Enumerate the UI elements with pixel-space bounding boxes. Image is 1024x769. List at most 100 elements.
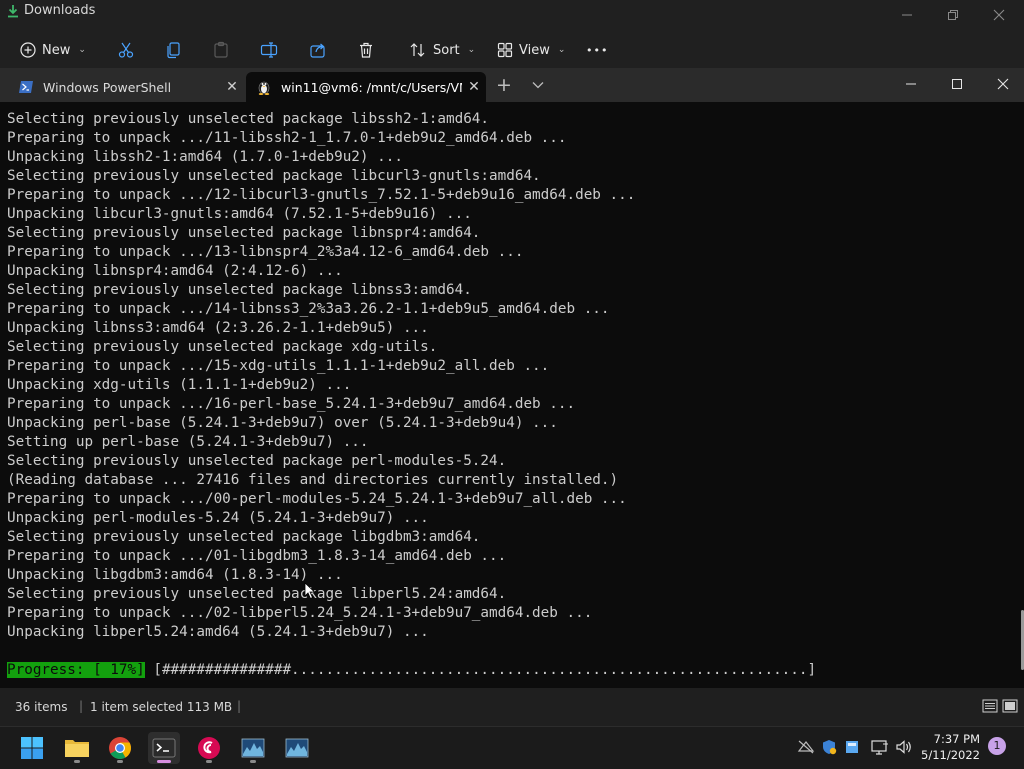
more-icon: ••• xyxy=(586,43,609,57)
terminal-line: Selecting previously unselected package … xyxy=(7,453,507,469)
copy-button[interactable] xyxy=(165,32,183,68)
sort-button[interactable]: Sort ⌄ xyxy=(409,32,475,68)
tab-close-icon[interactable]: ✕ xyxy=(220,79,244,95)
tab-wsl-debian[interactable]: win11@vm6: /mnt/c/Users/VM6 ✕ xyxy=(246,72,486,102)
tab-dropdown-button[interactable] xyxy=(526,74,550,98)
terminal-line: Preparing to unpack .../00-perl-modules-… xyxy=(7,491,627,507)
cut-button[interactable] xyxy=(117,32,135,68)
close-icon xyxy=(993,9,1005,21)
security-shield-icon[interactable] xyxy=(821,739,837,755)
explorer-restore-button[interactable] xyxy=(930,0,976,30)
start-button[interactable] xyxy=(16,732,48,764)
system-tray xyxy=(797,739,913,755)
taskbar-debian[interactable] xyxy=(193,732,225,764)
layout-toggle xyxy=(982,698,1018,714)
terminal-line: Unpacking perl-modules-5.24 (5.24.1-3+de… xyxy=(7,510,429,526)
chevron-down-icon xyxy=(532,82,544,89)
terminal-close-button[interactable] xyxy=(980,68,1024,100)
taskbar: 7:37 PM 5/11/2022 1 xyxy=(0,726,1024,769)
powershell-icon xyxy=(18,79,34,95)
more-options-button[interactable]: ••• xyxy=(586,32,608,68)
delete-button[interactable] xyxy=(357,32,375,68)
taskbar-resource-monitor[interactable] xyxy=(237,732,269,764)
chevron-down-icon: ⌄ xyxy=(467,45,476,55)
terminal-line: (Reading database ... 27416 files and di… xyxy=(7,472,619,488)
no-network-icon[interactable] xyxy=(797,739,815,755)
terminal-line: Selecting previously unselected package … xyxy=(7,339,438,355)
chevron-down-icon: ⌄ xyxy=(557,45,566,55)
volume-icon[interactable] xyxy=(895,739,913,755)
taskbar-clock[interactable]: 7:37 PM 5/11/2022 xyxy=(921,731,980,763)
restore-icon xyxy=(948,10,958,20)
terminal-line: Unpacking libnss3:amd64 (2:3.26.2-1.1+de… xyxy=(7,320,429,336)
terminal-line: Selecting previously unselected package … xyxy=(7,168,541,184)
scissors-icon xyxy=(118,42,134,58)
terminal-line: Unpacking xdg-utils (1.1.1-1+deb9u2) ... xyxy=(7,377,352,393)
clock-time: 7:37 PM xyxy=(933,732,980,746)
tab-label: win11@vm6: /mnt/c/Users/VM6 xyxy=(281,79,462,95)
copy-icon xyxy=(167,42,180,59)
view-button[interactable]: View ⌄ xyxy=(497,32,565,68)
trash-icon xyxy=(360,42,372,58)
terminal-minimize-button[interactable] xyxy=(888,68,934,100)
plus-circle-icon xyxy=(20,42,36,58)
terminal-line: Unpacking libgdbm3:amd64 (1.8.3-14) ... xyxy=(7,567,343,583)
close-icon xyxy=(997,78,1009,90)
terminal-line: Setting up perl-base (5.24.1-3+deb9u7) .… xyxy=(7,434,369,450)
storage-device-icon[interactable] xyxy=(845,739,859,755)
progress-label: Progress: [ 17%] xyxy=(7,662,145,678)
new-button-label: New xyxy=(42,42,71,58)
terminal-output[interactable]: Selecting previously unselected package … xyxy=(0,102,1024,688)
explorer-title-bar: Downloads xyxy=(0,0,1024,32)
tab-close-icon[interactable]: ✕ xyxy=(462,79,486,95)
minimize-icon xyxy=(902,14,912,16)
terminal-line: Selecting previously unselected package … xyxy=(7,586,507,602)
explorer-minimize-button[interactable] xyxy=(884,0,930,30)
item-count: 36 items xyxy=(15,700,68,714)
linux-tux-icon xyxy=(256,79,272,95)
terminal-line: Selecting previously unselected package … xyxy=(7,111,490,127)
grid-view-icon xyxy=(497,42,513,58)
performance-graph-icon xyxy=(241,738,265,758)
rename-icon xyxy=(260,42,278,58)
sort-icon xyxy=(410,43,425,57)
windows-logo-icon xyxy=(21,737,43,759)
terminal-maximize-button[interactable] xyxy=(934,68,980,100)
clock-date: 5/11/2022 xyxy=(921,748,980,762)
share-icon xyxy=(310,43,325,58)
performance-graph-icon xyxy=(285,738,309,758)
tiles-view-icon[interactable] xyxy=(1002,698,1018,714)
terminal-line: Preparing to unpack .../15-xdg-utils_1.1… xyxy=(7,358,550,374)
terminal-line: Selecting previously unselected package … xyxy=(7,282,472,298)
terminal-line: Preparing to unpack .../13-libnspr4_2%3a… xyxy=(7,244,524,260)
terminal-line: Preparing to unpack .../14-libnss3_2%3a3… xyxy=(7,301,610,317)
new-button[interactable]: New ⌄ xyxy=(20,32,86,68)
explorer-close-button[interactable] xyxy=(976,0,1022,30)
rename-button[interactable] xyxy=(260,32,278,68)
network-display-icon[interactable] xyxy=(871,739,889,755)
terminal-line: Unpacking libnspr4:amd64 (2:4.12-6) ... xyxy=(7,263,343,279)
terminal-line: Unpacking perl-base (5.24.1-3+deb9u7) ov… xyxy=(7,415,558,431)
status-separator: | xyxy=(237,699,242,713)
paste-button[interactable] xyxy=(212,32,230,68)
tab-windows-powershell[interactable]: Windows PowerShell ✕ xyxy=(8,72,244,102)
notification-badge[interactable]: 1 xyxy=(988,737,1006,755)
chrome-icon xyxy=(109,737,131,759)
taskbar-terminal[interactable] xyxy=(148,732,180,764)
terminal-line: Preparing to unpack .../12-libcurl3-gnut… xyxy=(7,187,636,203)
taskbar-performance-monitor[interactable] xyxy=(281,732,313,764)
maximize-icon xyxy=(952,79,962,89)
share-button[interactable] xyxy=(309,32,327,68)
download-icon xyxy=(8,5,18,18)
explorer-command-bar: New ⌄ Sort ⌄ View ⌄ ••• xyxy=(0,32,1024,68)
details-view-icon[interactable] xyxy=(982,698,998,714)
new-tab-button[interactable]: + xyxy=(492,74,516,98)
clipboard-icon xyxy=(214,41,228,58)
terminal-line: Unpacking libcurl3-gnutls:amd64 (7.52.1-… xyxy=(7,206,472,222)
view-button-label: View xyxy=(519,42,550,58)
taskbar-chrome[interactable] xyxy=(104,732,136,764)
terminal-line: Preparing to unpack .../02-libperl5.24_5… xyxy=(7,605,593,621)
taskbar-file-explorer[interactable] xyxy=(61,732,93,764)
selection-info: 1 item selected 113 MB xyxy=(90,700,233,714)
progress-line: Progress: [ 17%] [###############.......… xyxy=(7,661,816,680)
